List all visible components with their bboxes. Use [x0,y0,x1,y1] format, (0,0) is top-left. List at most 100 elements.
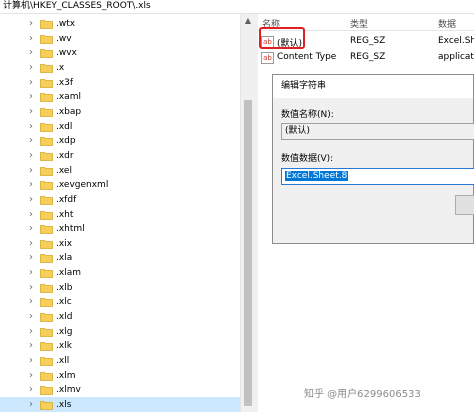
value-data-input[interactable]: Excel.Sheet.8 [281,168,474,185]
tree-item-label: .xdr [56,150,74,161]
tree-item[interactable]: › .xdp [0,133,240,149]
value-data-label: 数值数据(V): [281,154,334,164]
edit-string-dialog: 编辑字符串 数值名称(N): (默认) 数值数据(V): Excel.Sheet… [272,74,474,244]
chevron-right-icon[interactable]: › [29,399,37,411]
tree-item[interactable]: › .wv [0,31,240,47]
folder-icon [40,298,53,308]
tree-item[interactable]: › .xhtml [0,221,240,237]
tree-item-label: .xll [56,355,70,366]
registry-tree[interactable]: › .wtx › .wv › .wvx › .x › .x3f › .xaml › .xbap › .xdl ›… [0,14,254,412]
tree-scrollbar[interactable]: ▲ [240,14,254,412]
chevron-right-icon[interactable]: › [29,282,37,294]
dialog-button[interactable] [455,195,474,215]
folder-icon [40,20,53,29]
chevron-right-icon[interactable]: › [29,106,37,118]
chevron-right-icon[interactable]: › [29,150,37,162]
chevron-right-icon[interactable]: › [29,252,37,264]
chevron-right-icon[interactable]: › [29,296,37,308]
tree-item[interactable]: › .xix [0,236,240,252]
tree-item-label: .xls [56,399,72,410]
tree-item-label: .xix [56,238,73,249]
tree-item[interactable]: › .wtx [0,16,240,32]
chevron-right-icon[interactable]: › [29,209,37,221]
value-row-content-type[interactable]: ab Content Type REG_SZ applicat [258,50,474,66]
tree-item[interactable]: › .xll [0,353,240,369]
column-type-header[interactable]: 类型 [350,17,368,30]
tree-item-label: .xlmv [56,385,81,396]
chevron-right-icon[interactable]: › [29,77,37,89]
value-name: Content Type [277,52,337,62]
chevron-right-icon[interactable]: › [29,18,37,30]
chevron-right-icon[interactable]: › [29,165,37,177]
tree-item[interactable]: › .xel [0,163,240,179]
value-data: applicat [438,52,474,62]
chevron-right-icon[interactable]: › [29,33,37,45]
tree-item-label: .xbap [56,106,82,117]
watermark: 知乎 @用户6299606533 [304,389,421,400]
chevron-right-icon[interactable]: › [29,370,37,382]
scrollbar-thumb[interactable] [244,100,252,406]
tree-item[interactable]: › .xlb [0,280,240,296]
tree-item-label: .xlc [56,297,72,308]
chevron-right-icon[interactable]: › [29,238,37,250]
tree-item-label: .xht [56,209,74,220]
chevron-right-icon[interactable]: › [29,179,37,191]
tree-item-label: .wv [56,33,72,44]
tree-item-label: .xhtml [56,224,85,235]
tree-item[interactable]: › .xlk [0,338,240,354]
tree-item[interactable]: › .xdr [0,148,240,164]
chevron-right-icon[interactable]: › [29,355,37,367]
value-data-selected-text: Excel.Sheet.8 [285,171,349,181]
tree-item[interactable]: › .xla [0,250,240,266]
scroll-up-arrow-icon[interactable]: ▲ [241,14,255,28]
chevron-right-icon[interactable]: › [29,62,37,74]
tree-item[interactable]: › .x [0,60,240,76]
tree-item[interactable]: › .xlmv [0,382,240,398]
tree-item[interactable]: › .wvx [0,45,240,61]
value-name-field-text: (默认) [285,126,311,136]
folder-icon [40,210,53,220]
chevron-right-icon[interactable]: › [29,340,37,352]
folder-icon [40,49,53,59]
tree-item[interactable]: › .xfdf [0,192,240,208]
folder-icon [40,151,53,161]
chevron-right-icon[interactable]: › [29,194,37,206]
chevron-right-icon[interactable]: › [29,267,37,279]
chevron-right-icon[interactable]: › [29,47,37,59]
chevron-right-icon[interactable]: › [29,121,37,133]
tree-item[interactable]: › .xaml [0,89,240,105]
address-bar[interactable]: 计算机\HKEY_CLASSES_ROOT\.xls [0,0,474,14]
tree-item[interactable]: › .xlc [0,294,240,310]
chevron-right-icon[interactable]: › [29,91,37,103]
value-type: REG_SZ [350,36,386,46]
folder-icon [40,342,53,352]
folder-icon [40,93,53,103]
folder-icon [40,386,53,396]
tree-item[interactable]: › .xht [0,207,240,223]
tree-item-label: .x3f [56,77,74,88]
tree-item[interactable]: › .xevgenxml [0,177,240,193]
tree-item[interactable]: › .x3f [0,75,240,91]
column-data-header[interactable]: 数据 [438,17,456,30]
folder-icon [40,122,53,132]
tree-item[interactable]: › .xlg [0,324,240,340]
chevron-right-icon[interactable]: › [29,223,37,235]
tree-item[interactable]: › .xld [0,309,240,325]
chevron-right-icon[interactable]: › [29,384,37,396]
folder-icon [40,195,53,205]
tree-item[interactable]: › .xlm [0,368,240,384]
tree-item-label: .xlam [56,268,81,279]
folder-icon [40,327,53,337]
tree-item[interactable]: › .xdl [0,119,240,135]
chevron-right-icon[interactable]: › [29,326,37,338]
tree-item[interactable]: › .xlam [0,265,240,281]
folder-icon [40,181,53,191]
tree-item[interactable]: › .xbap [0,104,240,120]
folder-icon [40,400,53,410]
chevron-right-icon[interactable]: › [29,135,37,147]
tree-item[interactable]: › .xls [0,396,240,412]
chevron-right-icon[interactable]: › [29,311,37,323]
tree-item-label: .xdl [56,121,73,132]
folder-icon [40,356,53,366]
folder-icon [40,107,53,117]
